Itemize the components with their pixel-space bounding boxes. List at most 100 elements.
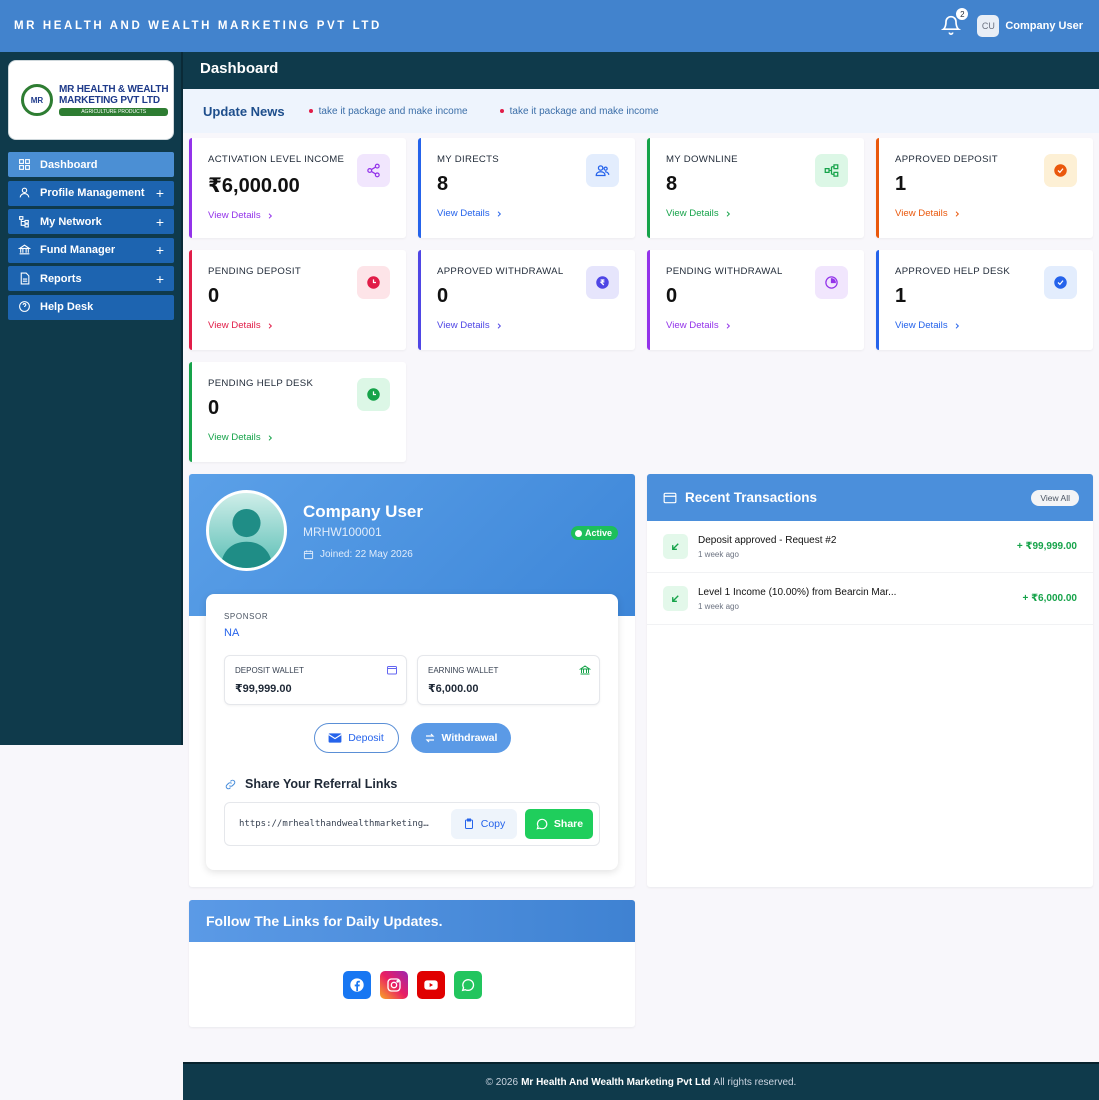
view-details-link[interactable]: View Details [666,208,848,219]
sidebar-item-dashboard[interactable]: Dashboard [8,152,174,177]
grid-icon [18,158,32,172]
brand-title: MR HEALTH AND WEALTH MARKETING PVT LTD [14,20,382,32]
rupee-icon [586,266,619,299]
list-item[interactable]: Deposit approved - Request #2 1 week ago… [647,521,1093,573]
view-details-link[interactable]: View Details [208,210,390,221]
transaction-time: 1 week ago [698,601,739,611]
list-item[interactable]: Level 1 Income (10.00%) from Bearcin Mar… [647,573,1093,625]
user-icon [18,186,32,200]
share-button[interactable]: Share [525,809,593,839]
status-dot-icon [574,529,582,537]
bullet-icon [308,109,313,113]
sponsor-label: SPONSOR [224,612,269,621]
wallet-icon [387,666,397,675]
pie-icon [815,266,848,299]
stat-card-approved-help-desk: APPROVED HELP DESK 1 View Details [876,250,1093,350]
facebook-link[interactable] [342,971,371,999]
copy-button[interactable]: Copy [451,809,517,839]
chevron-right-icon [497,322,501,329]
expand-icon: + [155,185,164,202]
transaction-amount: + ₹99,999.00 [1016,541,1077,552]
chevron-right-icon [268,322,272,329]
sidebar-nav: Dashboard Profile Management + My Networ… [8,152,174,324]
users-icon [586,154,619,187]
sidebar-item-fund-manager[interactable]: Fund Manager + [8,237,174,263]
view-details-link[interactable]: View Details [666,320,848,331]
expand-icon: + [155,270,164,287]
referral-title: Share Your Referral Links [224,777,600,791]
person-silhouette-icon [220,508,273,568]
view-details-link[interactable]: View Details [208,432,390,443]
company-logo[interactable]: MR MR HEALTH & WEALTH MARKETING PVT LTD … [8,60,174,140]
check-badge-icon [1044,266,1077,299]
footer-company: Mr Health And Wealth Marketing Pvt Ltd [521,1076,711,1088]
youtube-link[interactable] [416,971,445,999]
sitemap-icon [815,154,848,187]
swap-icon [425,733,434,743]
transaction-time: 1 week ago [698,549,739,559]
chevron-right-icon [955,322,959,329]
sidebar-item-label: Reports [40,272,82,285]
sidebar-item-help-desk[interactable]: Help Desk [8,294,174,320]
instagram-icon [386,978,401,992]
news-title: Update News [203,103,285,119]
notification-button[interactable]: 2 [941,7,970,37]
update-news-bar: Update News take it package and make inc… [183,89,1099,133]
view-details-link[interactable]: View Details [895,208,1077,219]
clock-icon [357,266,390,299]
tree-icon [18,215,32,229]
earning-wallet-value: ₹6,000.00 [428,683,479,695]
view-details-link[interactable]: View Details [437,320,619,331]
file-icon [18,272,32,286]
stat-card-activation-level-income: ACTIVATION LEVEL INCOME ₹6,000.00 View Det… [189,138,406,238]
clipboard-icon [464,818,473,829]
profile-avatar [206,490,287,571]
sidebar-item-reports[interactable]: Reports + [8,266,174,292]
sponsor-value: NA [224,627,240,639]
user-menu[interactable]: CU Company User [977,15,1083,37]
sidebar-item-label: Dashboard [40,158,98,171]
wallet-icon [663,492,677,503]
stat-card-my-downline: MY DOWNLINE 8 View Details [647,138,864,238]
view-details-link[interactable]: View Details [895,320,1077,331]
logo-tagline: AGRICULTURE PRODUCTS [59,108,169,116]
earning-wallet: EARNING WALLET ₹6,000.00 [417,655,600,705]
view-all-button[interactable]: View All [1031,489,1079,506]
instagram-link[interactable] [379,971,408,999]
sidebar-item-label: My Network [40,215,102,228]
news-item[interactable]: take it package and make income [499,106,659,117]
referral-link-input[interactable]: https://mrhealthandwealthmarketing… [239,819,451,829]
news-item[interactable]: take it package and make income [308,106,468,117]
chevron-right-icon [726,322,730,329]
arrow-down-left-icon [663,586,688,611]
chevron-right-icon [726,210,730,217]
sidebar-item-label: Profile Management [40,187,145,200]
sidebar-item-profile-management[interactable]: Profile Management + [8,180,174,206]
profile-panel: Company User MRHW100001 Joined: 22 May 2… [189,474,635,887]
whatsapp-icon [461,979,474,992]
withdrawal-button[interactable]: Withdrawal [410,723,511,753]
check-circle-icon [1044,154,1077,187]
deposit-button[interactable]: Deposit [313,723,399,753]
link-icon [225,779,236,789]
chevron-right-icon [268,434,272,441]
view-details-link[interactable]: View Details [437,208,619,219]
stat-card-pending-withdrawal: PENDING WITHDRAWAL 0 View Details [647,250,864,350]
logo-line-1: MR HEALTH & WEALTH [59,84,169,95]
whatsapp-link[interactable] [453,971,482,999]
logo-line-2: MARKETING PVT LTD [59,95,160,106]
arrow-down-left-icon [663,534,688,559]
profile-name: Company User [303,502,423,521]
notification-badge: 2 [955,7,970,21]
referral-link-row: https://mrhealthandwealthmarketing… Copy… [224,802,600,846]
user-name: Company User [1005,20,1083,32]
sidebar-item-label: Help Desk [40,301,94,314]
expand-icon: + [155,213,164,230]
bank-icon [18,243,32,257]
sidebar-item-my-network[interactable]: My Network + [8,209,174,235]
bullet-icon [499,109,504,113]
stat-card-pending-help-desk: PENDING HELP DESK 0 View Details [189,362,406,462]
calendar-icon [303,550,314,560]
view-details-link[interactable]: View Details [208,320,390,331]
profile-id: MRHW100001 [303,525,382,539]
